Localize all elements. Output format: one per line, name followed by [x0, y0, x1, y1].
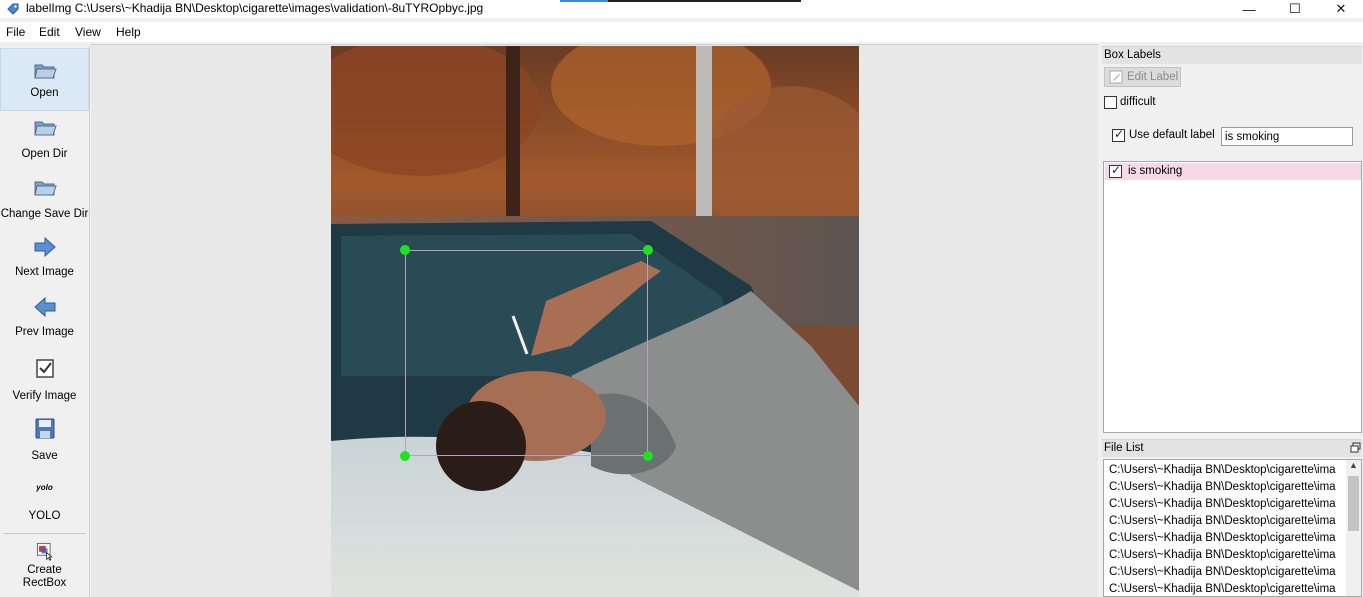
edit-label-button[interactable]: Edit Label	[1104, 67, 1181, 87]
labelimg-app-icon	[7, 3, 19, 15]
change-save-dir-icon	[33, 181, 57, 196]
bbox-handle-top-left[interactable]	[400, 245, 410, 255]
open-dir-icon	[33, 121, 57, 136]
file-list-title-text: File List	[1104, 442, 1144, 454]
scroll-thumb[interactable]	[1348, 476, 1359, 531]
maximize-icon: ☐	[1289, 1, 1301, 16]
minimize-button[interactable]: —	[1226, 0, 1272, 18]
yolo-format-icon: yolo	[36, 483, 53, 492]
save-disk-icon	[35, 418, 54, 439]
verify-icon	[35, 359, 54, 378]
use-default-label-checkbox[interactable]	[1112, 127, 1125, 142]
use-default-label-text: Use default label	[1129, 129, 1215, 141]
image-canvas[interactable]	[91, 44, 1098, 597]
open-folder-icon	[33, 64, 57, 79]
bbox-handle-bottom-left[interactable]	[400, 451, 410, 461]
default-label-input[interactable]	[1221, 127, 1353, 146]
label-list-item[interactable]: is smoking	[1105, 163, 1361, 180]
menu-edit[interactable]: Edit	[39, 25, 60, 39]
close-button[interactable]: ✕	[1318, 0, 1363, 18]
difficult-checkbox[interactable]	[1104, 96, 1117, 109]
create-rectbox-button[interactable]: Create RectBox	[0, 540, 89, 596]
open-label: Open	[30, 87, 59, 99]
label-list[interactable]: is smoking	[1103, 161, 1362, 433]
label-item-checkbox[interactable]	[1109, 163, 1122, 178]
menu-file[interactable]: File	[6, 25, 25, 39]
maximize-button[interactable]: ☐	[1272, 0, 1318, 18]
next-image-label: Next Image	[15, 266, 74, 278]
open-dir-label: Open Dir	[21, 148, 68, 160]
yolo-label: YOLO	[28, 510, 61, 522]
toolbar-separator	[4, 533, 86, 534]
open-dir-button[interactable]: Open Dir	[0, 114, 89, 172]
scroll-up-arrow-icon[interactable]: ▲	[1346, 460, 1361, 474]
next-image-button[interactable]: Next Image	[0, 234, 89, 292]
title-bar: labelImg C:\Users\~Khadija BN\Desktop\ci…	[0, 0, 1363, 18]
file-list-item[interactable]: C:\Users\~Khadija BN\Desktop\cigarette\i…	[1109, 515, 1347, 527]
open-button[interactable]: Open	[0, 48, 89, 111]
prev-image-label: Prev Image	[15, 326, 74, 338]
title-dark-bar	[608, 0, 801, 2]
window-title: labelImg C:\Users\~Khadija BN\Desktop\ci…	[26, 1, 484, 15]
bbox-handle-bottom-right[interactable]	[643, 451, 653, 461]
change-save-dir-label: Change Save Dir	[0, 208, 89, 220]
right-dock: Box Labels Edit Label difficult Use defa…	[1100, 44, 1363, 597]
title-accent-bar	[560, 0, 608, 2]
save-label: Save	[31, 450, 58, 462]
create-rectbox-label: Create RectBox	[22, 564, 67, 589]
minimize-icon: —	[1242, 1, 1256, 17]
file-list[interactable]: C:\Users\~Khadija BN\Desktop\cigarette\i…	[1103, 459, 1362, 597]
left-toolbar: Open Open Dir Change Save Dir Next Image…	[0, 46, 90, 597]
file-list-item[interactable]: C:\Users\~Khadija BN\Desktop\cigarette\i…	[1109, 566, 1347, 578]
menu-view[interactable]: View	[75, 25, 101, 39]
box-labels-title: Box Labels	[1102, 46, 1362, 64]
file-list-item[interactable]: C:\Users\~Khadija BN\Desktop\cigarette\i…	[1109, 532, 1347, 544]
file-list-item[interactable]: C:\Users\~Khadija BN\Desktop\cigarette\i…	[1109, 583, 1347, 595]
close-icon: ✕	[1335, 1, 1347, 16]
verify-image-label: Verify Image	[12, 390, 77, 402]
file-list-title: File List	[1102, 439, 1362, 457]
arrow-right-icon	[34, 236, 56, 258]
yolo-button[interactable]: yolo YOLO	[0, 478, 89, 526]
label-item-text: is smoking	[1128, 165, 1183, 177]
file-list-item[interactable]: C:\Users\~Khadija BN\Desktop\cigarette\i…	[1109, 498, 1347, 510]
change-save-dir-button[interactable]: Change Save Dir	[0, 174, 89, 232]
bbox-handle-top-right[interactable]	[643, 245, 653, 255]
file-list-item[interactable]: C:\Users\~Khadija BN\Desktop\cigarette\i…	[1109, 464, 1347, 476]
save-button[interactable]: Save	[0, 416, 89, 474]
create-rectbox-icon	[36, 542, 53, 561]
difficult-label: difficult	[1120, 96, 1156, 108]
prev-image-button[interactable]: Prev Image	[0, 294, 89, 352]
file-list-item[interactable]: C:\Users\~Khadija BN\Desktop\cigarette\i…	[1109, 481, 1347, 493]
verify-image-button[interactable]: Verify Image	[0, 356, 89, 414]
edit-pencil-icon	[1109, 70, 1123, 84]
menu-help[interactable]: Help	[116, 25, 141, 39]
menu-bar: File Edit View Help	[0, 22, 1363, 42]
bounding-box-is-smoking[interactable]	[405, 250, 648, 456]
edit-label-text: Edit Label	[1127, 71, 1179, 83]
file-list-scrollbar[interactable]: ▲	[1346, 460, 1361, 596]
undock-icon[interactable]	[1350, 442, 1361, 453]
arrow-left-icon	[33, 296, 55, 318]
file-list-item[interactable]: C:\Users\~Khadija BN\Desktop\cigarette\i…	[1109, 549, 1347, 561]
